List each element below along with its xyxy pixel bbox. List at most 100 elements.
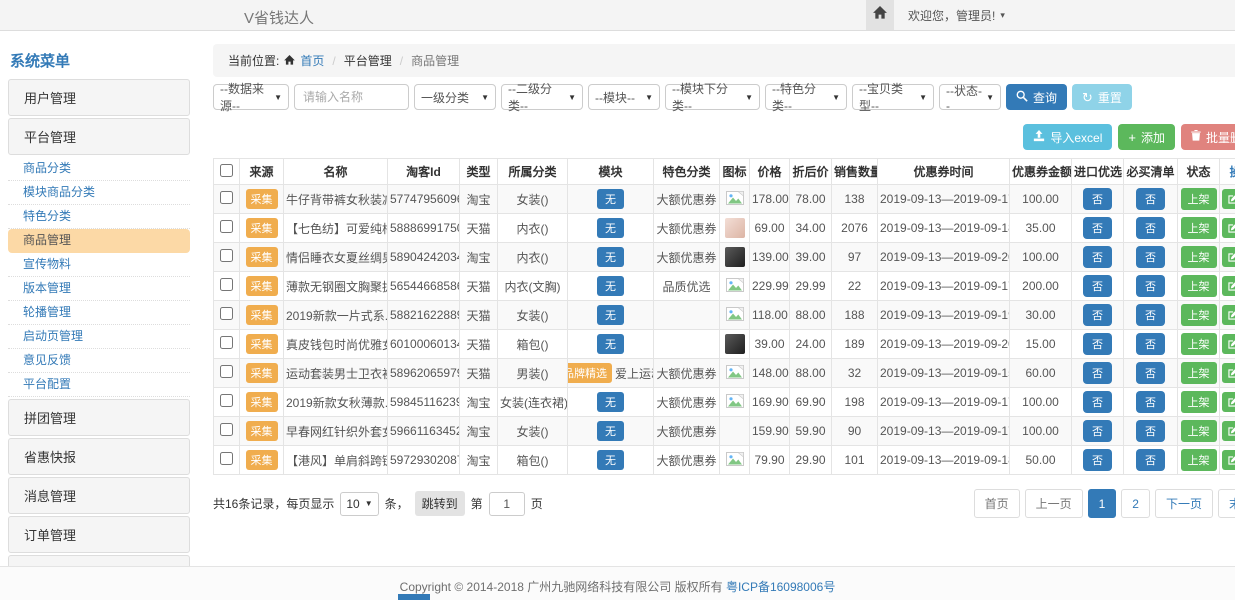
submenu-item[interactable]: 启动页管理 xyxy=(8,325,190,349)
must-buy-toggle-button[interactable]: 否 xyxy=(1136,188,1165,210)
status-button[interactable]: 上架 xyxy=(1181,188,1217,210)
query-button[interactable]: 查询 xyxy=(1006,84,1067,110)
imported-toggle-button[interactable]: 否 xyxy=(1083,217,1112,239)
name-search-input[interactable] xyxy=(294,84,409,110)
sidebar-item-2[interactable]: 平台管理 xyxy=(8,118,190,155)
status-button[interactable]: 上架 xyxy=(1181,275,1217,297)
edit-button[interactable] xyxy=(1222,421,1235,441)
home-button[interactable] xyxy=(866,0,894,30)
row-checkbox[interactable] xyxy=(220,423,233,436)
edit-button[interactable] xyxy=(1222,334,1235,354)
must-buy-toggle-button[interactable]: 否 xyxy=(1136,304,1165,326)
imported-toggle-button[interactable]: 否 xyxy=(1083,449,1112,471)
filter-select-3[interactable]: 一级分类▼ xyxy=(414,84,496,110)
broken-image-icon xyxy=(726,368,744,382)
imported-toggle-button[interactable]: 否 xyxy=(1083,188,1112,210)
submenu-item[interactable]: 模块商品分类 xyxy=(8,181,190,205)
status-button[interactable]: 上架 xyxy=(1181,420,1217,442)
sidebar-item-6[interactable]: 订单管理 xyxy=(8,516,190,553)
must-buy-toggle-button[interactable]: 否 xyxy=(1136,449,1165,471)
cell-sales: 189 xyxy=(832,330,878,359)
row-checkbox[interactable] xyxy=(220,307,233,320)
column-header-icon: 图标 xyxy=(720,159,750,185)
pager-button-2[interactable]: 2 xyxy=(1121,489,1150,518)
status-button[interactable]: 上架 xyxy=(1181,449,1217,471)
row-checkbox[interactable] xyxy=(220,249,233,262)
status-button[interactable]: 上架 xyxy=(1181,362,1217,384)
edit-button[interactable] xyxy=(1222,189,1235,209)
filter-select-7[interactable]: --特色分类--▼ xyxy=(765,84,847,110)
pager-button-首页[interactable]: 首页 xyxy=(974,489,1020,518)
edit-button[interactable] xyxy=(1222,392,1235,412)
sidebar-item-5[interactable]: 消息管理 xyxy=(8,477,190,514)
submenu-item[interactable]: 宣传物料 xyxy=(8,253,190,277)
row-checkbox[interactable] xyxy=(220,191,233,204)
submenu-item[interactable]: 意见反馈 xyxy=(8,349,190,373)
must-buy-toggle-button[interactable]: 否 xyxy=(1136,362,1165,384)
imported-toggle-button[interactable]: 否 xyxy=(1083,275,1112,297)
select-all-checkbox[interactable] xyxy=(220,164,233,177)
sidebar-item-3[interactable]: 拼团管理 xyxy=(8,399,190,436)
row-checkbox[interactable] xyxy=(220,278,233,291)
jump-button[interactable]: 跳转到 xyxy=(415,491,465,516)
submenu-item[interactable]: 商品分类 xyxy=(8,157,190,181)
import-excel-button[interactable]: 导入excel xyxy=(1023,124,1112,150)
status-button[interactable]: 上架 xyxy=(1181,304,1217,326)
per-page-select[interactable]: 10▼ xyxy=(340,492,378,516)
must-buy-toggle-button[interactable]: 否 xyxy=(1136,420,1165,442)
row-checkbox[interactable] xyxy=(220,365,233,378)
row-checkbox[interactable] xyxy=(220,336,233,349)
pager-button-1[interactable]: 1 xyxy=(1088,489,1117,518)
status-button[interactable]: 上架 xyxy=(1181,391,1217,413)
submenu-item[interactable]: 平台配置 xyxy=(8,373,190,397)
pager-button-上一页[interactable]: 上一页 xyxy=(1025,489,1083,518)
page-jump-input[interactable] xyxy=(489,492,525,516)
submenu-item[interactable]: 版本管理 xyxy=(8,277,190,301)
must-buy-toggle-button[interactable]: 否 xyxy=(1136,217,1165,239)
imported-toggle-button[interactable]: 否 xyxy=(1083,246,1112,268)
add-button[interactable]: + 添加 xyxy=(1118,124,1175,150)
imported-toggle-button[interactable]: 否 xyxy=(1083,362,1112,384)
edit-button[interactable] xyxy=(1222,450,1235,470)
filter-select-1[interactable]: --数据来源--▼ xyxy=(213,84,289,110)
edit-button[interactable] xyxy=(1222,363,1235,383)
row-checkbox[interactable] xyxy=(220,394,233,407)
sidebar-item-1[interactable]: 用户管理 xyxy=(8,79,190,116)
edit-button[interactable] xyxy=(1222,247,1235,267)
submenu-item[interactable]: 特色分类 xyxy=(8,205,190,229)
imported-toggle-button[interactable]: 否 xyxy=(1083,391,1112,413)
must-buy-toggle-button[interactable]: 否 xyxy=(1136,246,1165,268)
cell-name: 2019新款一片式系... xyxy=(284,301,388,330)
submenu-item[interactable]: 轮播管理 xyxy=(8,301,190,325)
must-buy-toggle-button[interactable]: 否 xyxy=(1136,333,1165,355)
imported-toggle-button[interactable]: 否 xyxy=(1083,304,1112,326)
submenu-item[interactable]: 商品管理 xyxy=(8,229,190,253)
must-buy-toggle-button[interactable]: 否 xyxy=(1136,275,1165,297)
row-checkbox[interactable] xyxy=(220,452,233,465)
edit-button[interactable] xyxy=(1222,218,1235,238)
pager-button-末页[interactable]: 末页 xyxy=(1218,489,1235,518)
filter-select-6[interactable]: --模块下分类--▼ xyxy=(665,84,760,110)
status-button[interactable]: 上架 xyxy=(1181,246,1217,268)
imported-toggle-button[interactable]: 否 xyxy=(1083,420,1112,442)
filter-select-8[interactable]: --宝贝类型--▼ xyxy=(852,84,934,110)
batch-delete-button[interactable]: 批量删除 xyxy=(1181,124,1235,150)
filter-select-9[interactable]: --状态--▼ xyxy=(939,84,1001,110)
status-button[interactable]: 上架 xyxy=(1181,217,1217,239)
edit-button[interactable] xyxy=(1222,305,1235,325)
edit-button[interactable] xyxy=(1222,276,1235,296)
cell-icon xyxy=(720,185,750,214)
reset-button[interactable]: ↻重置 xyxy=(1072,84,1132,110)
icp-link[interactable]: 粤ICP备16098006号 xyxy=(726,580,835,594)
breadcrumb-home-link[interactable]: 首页 xyxy=(300,52,324,69)
pager-button-下一页[interactable]: 下一页 xyxy=(1155,489,1213,518)
filter-select-4[interactable]: --二级分类--▼ xyxy=(501,84,583,110)
filter-select-5[interactable]: --模块--▼ xyxy=(588,84,660,110)
sidebar-item-4[interactable]: 省惠快报 xyxy=(8,438,190,475)
row-checkbox[interactable] xyxy=(220,220,233,233)
status-button[interactable]: 上架 xyxy=(1181,333,1217,355)
cell-type: 淘宝 xyxy=(460,446,498,475)
imported-toggle-button[interactable]: 否 xyxy=(1083,333,1112,355)
must-buy-toggle-button[interactable]: 否 xyxy=(1136,391,1165,413)
user-menu[interactable]: 欢迎您，管理员! ▾ xyxy=(908,7,1005,24)
